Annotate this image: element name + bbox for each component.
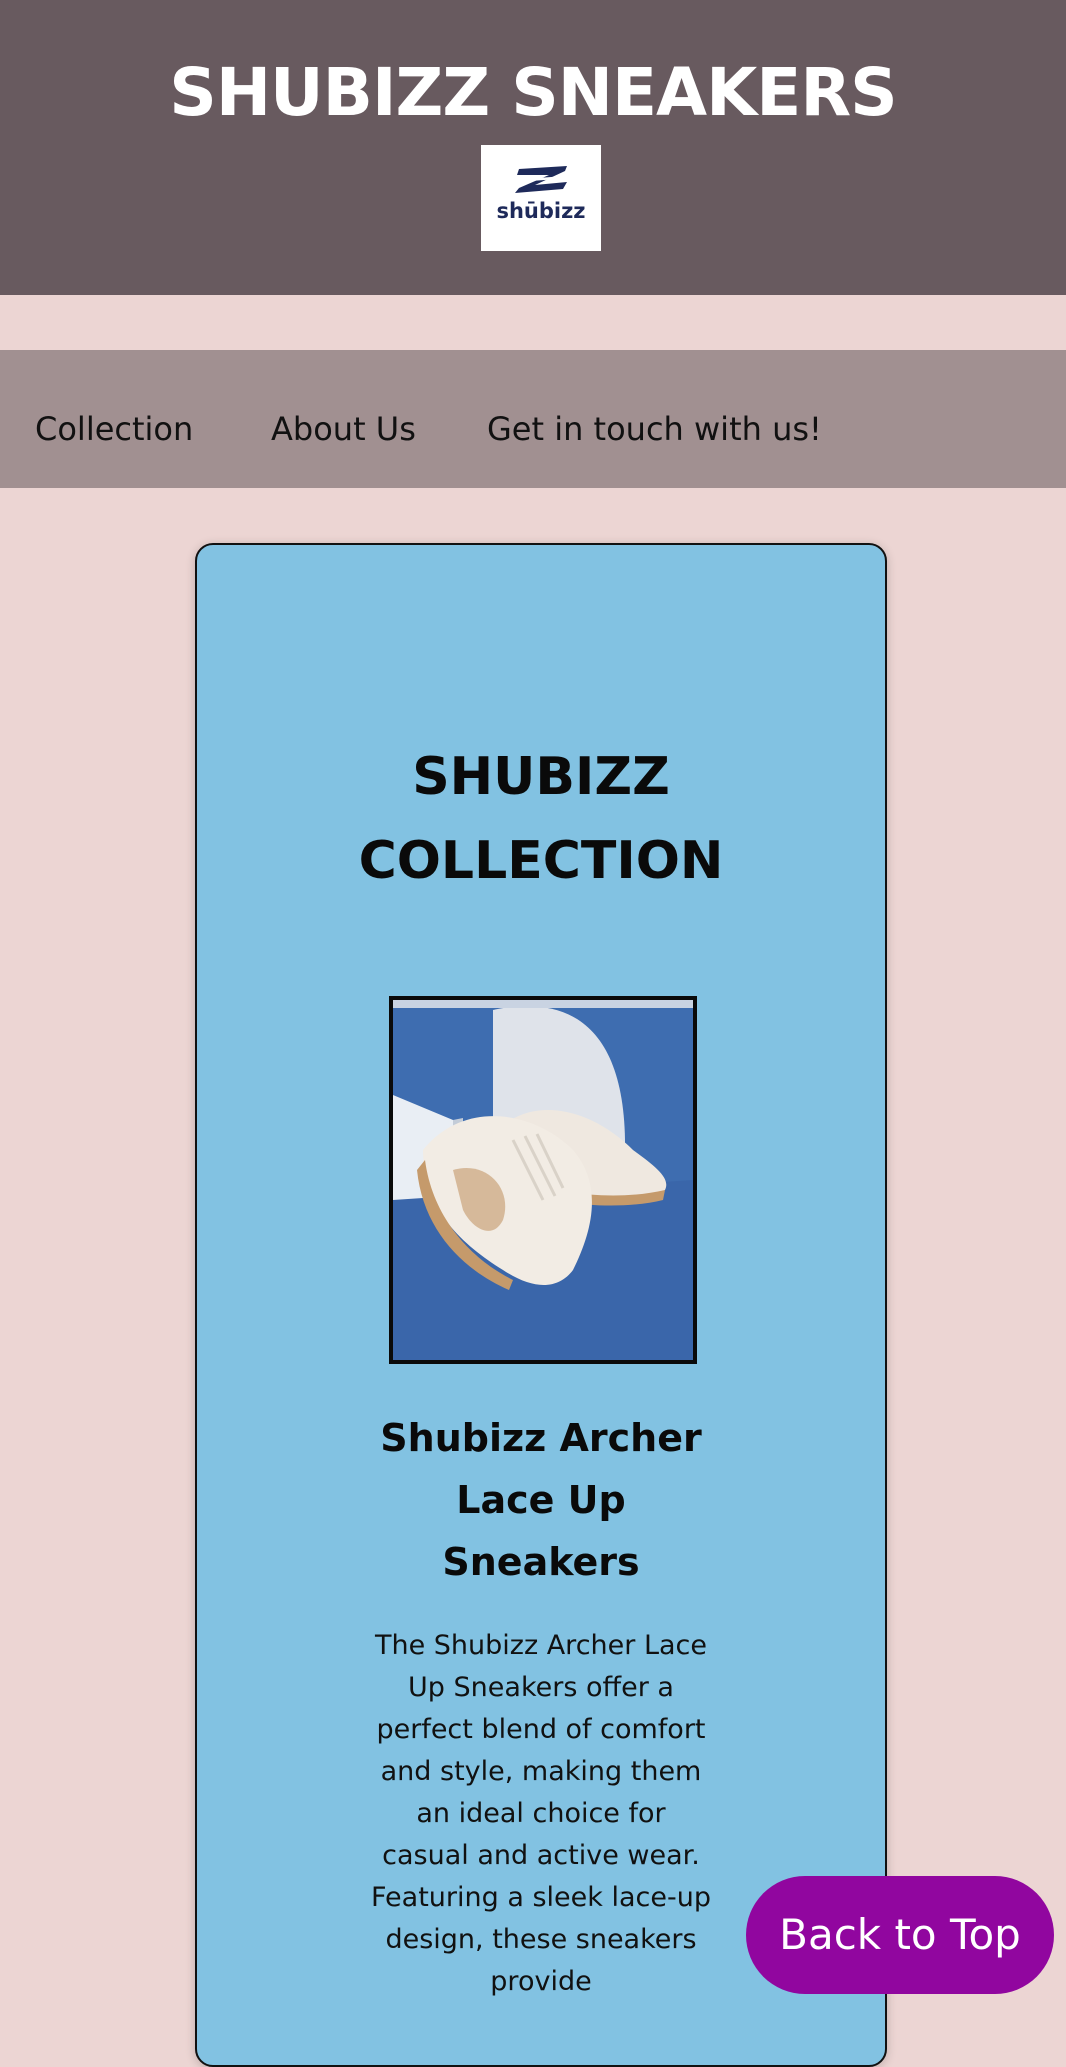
collection-title-line-1: SHUBIZZ bbox=[412, 747, 670, 807]
product-name-line-2: Lace Up bbox=[456, 1478, 626, 1522]
product-name: Shubizz Archer Lace Up Sneakers bbox=[197, 1407, 885, 1593]
site-title: SHUBIZZ SNEAKERS bbox=[169, 54, 897, 131]
logo-text: shūbizz bbox=[496, 199, 586, 223]
back-to-top-button[interactable]: Back to Top bbox=[746, 1876, 1054, 1994]
nav-item-collection[interactable]: Collection bbox=[35, 350, 193, 488]
brand-logo: shūbizz bbox=[481, 145, 601, 251]
collection-title: SHUBIZZ COLLECTION bbox=[197, 735, 885, 903]
product-image[interactable] bbox=[389, 996, 697, 1364]
product-name-line-1: Shubizz Archer bbox=[380, 1416, 702, 1460]
site-header: SHUBIZZ SNEAKERS shūbizz bbox=[0, 0, 1066, 295]
collection-card: SHUBIZZ COLLECTION Shubizz Archer Lace U… bbox=[195, 543, 887, 2067]
product-name-line-3: Sneakers bbox=[442, 1540, 640, 1584]
nav-item-get-in-touch[interactable]: Get in touch with us! bbox=[487, 350, 822, 488]
product-description: The Shubizz Archer Lace Up Sneakers offe… bbox=[371, 1630, 711, 1997]
nav-item-about-us[interactable]: About Us bbox=[271, 350, 416, 488]
shubizz-logo-icon bbox=[512, 166, 570, 193]
collection-title-line-2: COLLECTION bbox=[358, 831, 724, 891]
main-navigation: Collection About Us Get in touch with us… bbox=[0, 350, 1066, 488]
sneaker-photo bbox=[393, 1000, 693, 1360]
